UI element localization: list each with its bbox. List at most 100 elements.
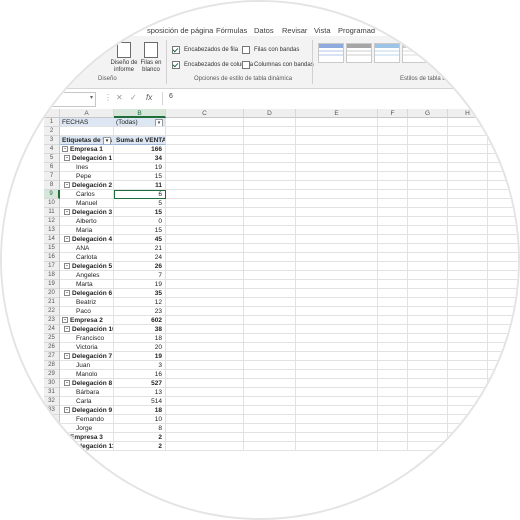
empty-cell[interactable] bbox=[488, 253, 518, 262]
row-header[interactable]: 31 bbox=[44, 388, 60, 397]
empty-cell[interactable] bbox=[448, 442, 488, 451]
value-cell[interactable]: 15 bbox=[114, 172, 166, 181]
empty-cell[interactable] bbox=[244, 226, 296, 235]
empty-cell[interactable] bbox=[166, 406, 244, 415]
empty-cell[interactable] bbox=[448, 163, 488, 172]
row-label-cell[interactable]: − Delegación 6 bbox=[60, 289, 114, 298]
value-cell[interactable]: 11 bbox=[114, 181, 166, 190]
empty-cell[interactable] bbox=[408, 298, 448, 307]
value-cell[interactable]: 3 bbox=[114, 361, 166, 370]
chevron-down-icon[interactable]: ▾ bbox=[90, 94, 93, 101]
tab-datos[interactable]: Datos bbox=[254, 26, 274, 35]
empty-cell[interactable] bbox=[378, 262, 408, 271]
empty-cell[interactable] bbox=[448, 271, 488, 280]
empty-cell[interactable] bbox=[488, 424, 518, 433]
empty-cell[interactable] bbox=[448, 235, 488, 244]
empty-cell[interactable] bbox=[296, 172, 378, 181]
empty-cell[interactable] bbox=[378, 379, 408, 388]
empty-cell[interactable] bbox=[296, 253, 378, 262]
empty-cell[interactable] bbox=[488, 298, 518, 307]
value-cell[interactable]: 10 bbox=[114, 415, 166, 424]
empty-cell[interactable] bbox=[488, 226, 518, 235]
row-label-cell[interactable]: Manolo bbox=[60, 370, 114, 379]
empty-cell[interactable] bbox=[378, 352, 408, 361]
row-label-cell[interactable]: − Delegación 11 bbox=[60, 442, 114, 451]
value-cell[interactable]: 2 bbox=[114, 433, 166, 442]
empty-cell[interactable] bbox=[244, 208, 296, 217]
empty-cell[interactable] bbox=[296, 325, 378, 334]
row-header[interactable]: 26 bbox=[44, 343, 60, 352]
empty-cell[interactable] bbox=[296, 271, 378, 280]
empty-cell[interactable] bbox=[408, 226, 448, 235]
empty-cell[interactable] bbox=[378, 289, 408, 298]
row-label-cell[interactable]: Pepe bbox=[60, 172, 114, 181]
empty-cell[interactable] bbox=[244, 352, 296, 361]
row-header[interactable]: 35 bbox=[44, 424, 60, 433]
empty-cell[interactable] bbox=[244, 361, 296, 370]
tab-revisar[interactable]: Revisar bbox=[282, 26, 307, 35]
empty-cell[interactable] bbox=[378, 271, 408, 280]
empty-cell[interactable] bbox=[166, 235, 244, 244]
tab-vista[interactable]: Vista bbox=[314, 26, 331, 35]
empty-cell[interactable] bbox=[448, 127, 488, 136]
value-cell[interactable]: 12 bbox=[114, 298, 166, 307]
empty-cell[interactable] bbox=[408, 163, 448, 172]
empty-cell[interactable] bbox=[166, 316, 244, 325]
collapse-icon[interactable]: − bbox=[64, 380, 70, 387]
tab-formulas[interactable]: Fórmulas bbox=[216, 26, 247, 35]
empty-cell[interactable] bbox=[408, 415, 448, 424]
empty-cell[interactable] bbox=[244, 217, 296, 226]
row-header[interactable]: 1 bbox=[44, 118, 60, 127]
empty-cell[interactable] bbox=[448, 379, 488, 388]
empty-cell[interactable] bbox=[166, 289, 244, 298]
empty-cell[interactable] bbox=[488, 361, 518, 370]
row-label-cell[interactable] bbox=[60, 127, 114, 136]
empty-cell[interactable] bbox=[378, 217, 408, 226]
empty-cell[interactable] bbox=[166, 118, 244, 127]
empty-cell[interactable] bbox=[448, 316, 488, 325]
empty-cell[interactable] bbox=[448, 388, 488, 397]
empty-cell[interactable] bbox=[408, 118, 448, 127]
empty-cell[interactable] bbox=[378, 208, 408, 217]
empty-cell[interactable] bbox=[166, 424, 244, 433]
empty-cell[interactable] bbox=[296, 136, 378, 145]
empty-cell[interactable] bbox=[408, 172, 448, 181]
row-header[interactable]: 14 bbox=[44, 235, 60, 244]
empty-cell[interactable] bbox=[488, 343, 518, 352]
empty-cell[interactable] bbox=[408, 262, 448, 271]
empty-cell[interactable] bbox=[166, 271, 244, 280]
empty-cell[interactable] bbox=[378, 145, 408, 154]
collapse-icon[interactable]: − bbox=[64, 290, 70, 297]
empty-cell[interactable] bbox=[166, 181, 244, 190]
column-header[interactable]: G bbox=[408, 109, 448, 118]
empty-cell[interactable] bbox=[408, 343, 448, 352]
row-label-cell[interactable]: Manuel bbox=[60, 199, 114, 208]
empty-cell[interactable] bbox=[378, 433, 408, 442]
empty-cell[interactable] bbox=[296, 289, 378, 298]
column-header[interactable]: C bbox=[166, 109, 244, 118]
column-header[interactable]: A bbox=[60, 109, 114, 118]
row-header[interactable]: 33 bbox=[44, 406, 60, 415]
empty-cell[interactable] bbox=[166, 262, 244, 271]
empty-cell[interactable] bbox=[448, 172, 488, 181]
empty-cell[interactable] bbox=[166, 334, 244, 343]
empty-cell[interactable] bbox=[408, 181, 448, 190]
empty-cell[interactable] bbox=[488, 388, 518, 397]
row-label-cell[interactable]: Jorge bbox=[60, 424, 114, 433]
empty-cell[interactable] bbox=[166, 154, 244, 163]
empty-cell[interactable] bbox=[488, 397, 518, 406]
value-cell[interactable]: 21 bbox=[114, 244, 166, 253]
value-cell[interactable]: 8 bbox=[114, 424, 166, 433]
row-header[interactable]: 28 bbox=[44, 361, 60, 370]
value-cell[interactable]: 18 bbox=[114, 334, 166, 343]
row-header[interactable]: 3 bbox=[44, 136, 60, 145]
empty-cell[interactable] bbox=[166, 325, 244, 334]
row-label-cell[interactable]: Marta bbox=[60, 280, 114, 289]
empty-cell[interactable] bbox=[378, 118, 408, 127]
empty-cell[interactable] bbox=[488, 370, 518, 379]
empty-cell[interactable] bbox=[296, 118, 378, 127]
empty-cell[interactable] bbox=[448, 280, 488, 289]
row-header[interactable]: 11 bbox=[44, 208, 60, 217]
filter-dropdown-icon[interactable]: ▾ bbox=[155, 119, 163, 126]
tab-disposicion[interactable]: sposición de página bbox=[147, 26, 213, 35]
